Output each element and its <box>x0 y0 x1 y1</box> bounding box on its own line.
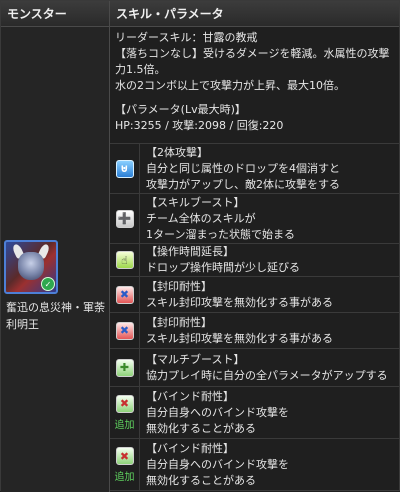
awakening-desc: 1ターン溜まった状態で始まる <box>146 227 296 241</box>
awakening-desc: 協力プレイ時に自分の全パラメータがアップする <box>146 368 388 382</box>
awakening-text: 【スキルブースト】 チーム全体のスキルが 1ターン溜まった状態で始まる <box>140 194 399 243</box>
awakening-icon-cell: ☝ <box>110 244 140 276</box>
awakening-icon-cell: ✖ <box>110 313 140 348</box>
monster-portrait[interactable]: ✓ <box>4 240 58 294</box>
monster-column-header: モンスター <box>1 1 110 26</box>
table-body: ✓ 奮迅の息災神・軍荼利明王 リーダースキル：甘露の教戒 【落ちコンなし】受ける… <box>1 27 399 492</box>
awakening-row: ⊍ 【2体攻撃】 自分と同じ属性のドロップを4個消すと 攻撃力がアップし、敵2体… <box>110 144 399 194</box>
awakening-icon-cell: ✖ 追加 <box>110 439 140 491</box>
awakening-text: 【操作時間延長】 ドロップ操作時間が少し延びる <box>140 244 399 276</box>
awakening-icon-cell: ✖ <box>110 277 140 312</box>
awakening-text: 【封印耐性】 スキル封印攻撃を無効化する事がある <box>140 277 399 312</box>
leader-skill-line1: 【落ちコンなし】受けるダメージを軽減。水属性の攻撃力1.5倍。 <box>115 47 390 76</box>
awakening-desc: 攻撃力がアップし、敵2体に攻撃をする <box>146 177 340 191</box>
awakening-icon-cell: ➕ <box>110 194 140 243</box>
added-awakening-label: 追加 <box>114 419 135 431</box>
skill-column-header: スキル・パラメータ <box>116 7 224 21</box>
awakening-row: ✚ 【マルチブースト】 協力プレイ時に自分の全パラメータがアップする <box>110 349 399 387</box>
bind-resist-icon[interactable]: ✖ <box>115 394 134 413</box>
awakening-row: ➕ 【スキルブースト】 チーム全体のスキルが 1ターン溜まった状態で始まる <box>110 194 399 244</box>
awakening-title: 【封印耐性】 <box>146 279 212 293</box>
monster-cell: ✓ 奮迅の息災神・軍荼利明王 <box>1 27 110 492</box>
wood-attribute-icon: ✓ <box>41 277 55 291</box>
awakening-desc: 自分と同じ属性のドロップを4個消すと <box>146 161 340 175</box>
skill-bind-resist-icon[interactable]: ✖ <box>115 285 134 304</box>
awakening-text: 【封印耐性】 スキル封印攻撃を無効化する事がある <box>140 313 399 348</box>
awakening-desc: 無効化することがある <box>146 421 256 435</box>
bind-resist-icon[interactable]: ✖ <box>115 447 134 465</box>
two-way-attack-icon[interactable]: ⊍ <box>115 159 134 178</box>
awakening-text: 【バインド耐性】 自分自身へのバインド攻撃を 無効化することがある <box>140 387 399 438</box>
skill-boost-icon[interactable]: ➕ <box>115 209 134 228</box>
awakening-desc: チーム全体のスキルが <box>146 211 256 225</box>
awakening-desc: スキル封印攻撃を無効化する事がある <box>146 331 333 345</box>
multi-boost-icon[interactable]: ✚ <box>115 358 134 377</box>
table-header: モンスター スキル・パラメータ <box>1 1 399 27</box>
leader-skill-title: リーダースキル：甘露の教戒 <box>115 31 258 44</box>
awakening-text: 【マルチブースト】 協力プレイ時に自分の全パラメータがアップする <box>140 349 399 386</box>
awakening-title: 【マルチブースト】 <box>146 352 245 366</box>
awakening-desc: ドロップ操作時間が少し延びる <box>146 261 300 274</box>
monster-info-table: モンスター スキル・パラメータ ✓ 奮迅の息災神・軍荼利明王 リーダースキル：甘… <box>0 0 400 492</box>
awakening-title: 【操作時間延長】 <box>146 245 234 258</box>
awakening-title: 【スキルブースト】 <box>146 195 245 209</box>
awakening-icon-cell: ⊍ <box>110 144 140 193</box>
awakening-title: 【バインド耐性】 <box>146 389 234 403</box>
leader-skill-block: リーダースキル：甘露の教戒 【落ちコンなし】受けるダメージを軽減。水属性の攻撃力… <box>110 27 399 144</box>
awakening-title: 【バインド耐性】 <box>146 442 234 455</box>
awakening-desc: 自分自身へのバインド攻撃を <box>146 405 289 419</box>
param-values: HP:3255 / 攻撃:2098 / 回復:220 <box>115 119 284 132</box>
awakening-icon-cell: ✖ 追加 <box>110 387 140 438</box>
skill-bind-resist-icon[interactable]: ✖ <box>115 321 134 340</box>
awakening-row: ✖ 【封印耐性】 スキル封印攻撃を無効化する事がある <box>110 277 399 313</box>
added-awakening-label: 追加 <box>114 472 135 483</box>
awakening-text: 【2体攻撃】 自分と同じ属性のドロップを4個消すと 攻撃力がアップし、敵2体に攻… <box>140 144 399 193</box>
awakening-row: ☝ 【操作時間延長】 ドロップ操作時間が少し延びる <box>110 244 399 277</box>
awakening-row: ✖ 追加 【バインド耐性】 自分自身へのバインド攻撃を 無効化することがある <box>110 387 399 439</box>
awakening-row: ✖ 追加 【バインド耐性】 自分自身へのバインド攻撃を 無効化することがある <box>110 439 399 491</box>
awakening-desc: 自分自身へのバインド攻撃を <box>146 458 289 471</box>
awakening-text: 【バインド耐性】 自分自身へのバインド攻撃を 無効化することがある <box>140 439 399 491</box>
awakening-icon-cell: ✚ <box>110 349 140 386</box>
awakening-title: 【2体攻撃】 <box>146 145 208 159</box>
awakening-row: ✖ 【封印耐性】 スキル封印攻撃を無効化する事がある <box>110 313 399 349</box>
monster-name[interactable]: 奮迅の息災神・軍荼利明王 <box>6 299 106 333</box>
param-title: 【パラメータ(Lv最大時)】 <box>115 103 246 116</box>
extend-time-icon[interactable]: ☝ <box>115 251 134 269</box>
awakening-title: 【封印耐性】 <box>146 315 212 329</box>
monster-face <box>18 252 44 280</box>
awakening-desc: 無効化することがある <box>146 474 256 487</box>
leader-skill-line2: 水の2コンボ以上で攻撃力が上昇、最大10倍。 <box>115 79 345 92</box>
skill-cell: リーダースキル：甘露の教戒 【落ちコンなし】受けるダメージを軽減。水属性の攻撃力… <box>110 27 399 492</box>
awakening-desc: スキル封印攻撃を無効化する事がある <box>146 295 333 309</box>
